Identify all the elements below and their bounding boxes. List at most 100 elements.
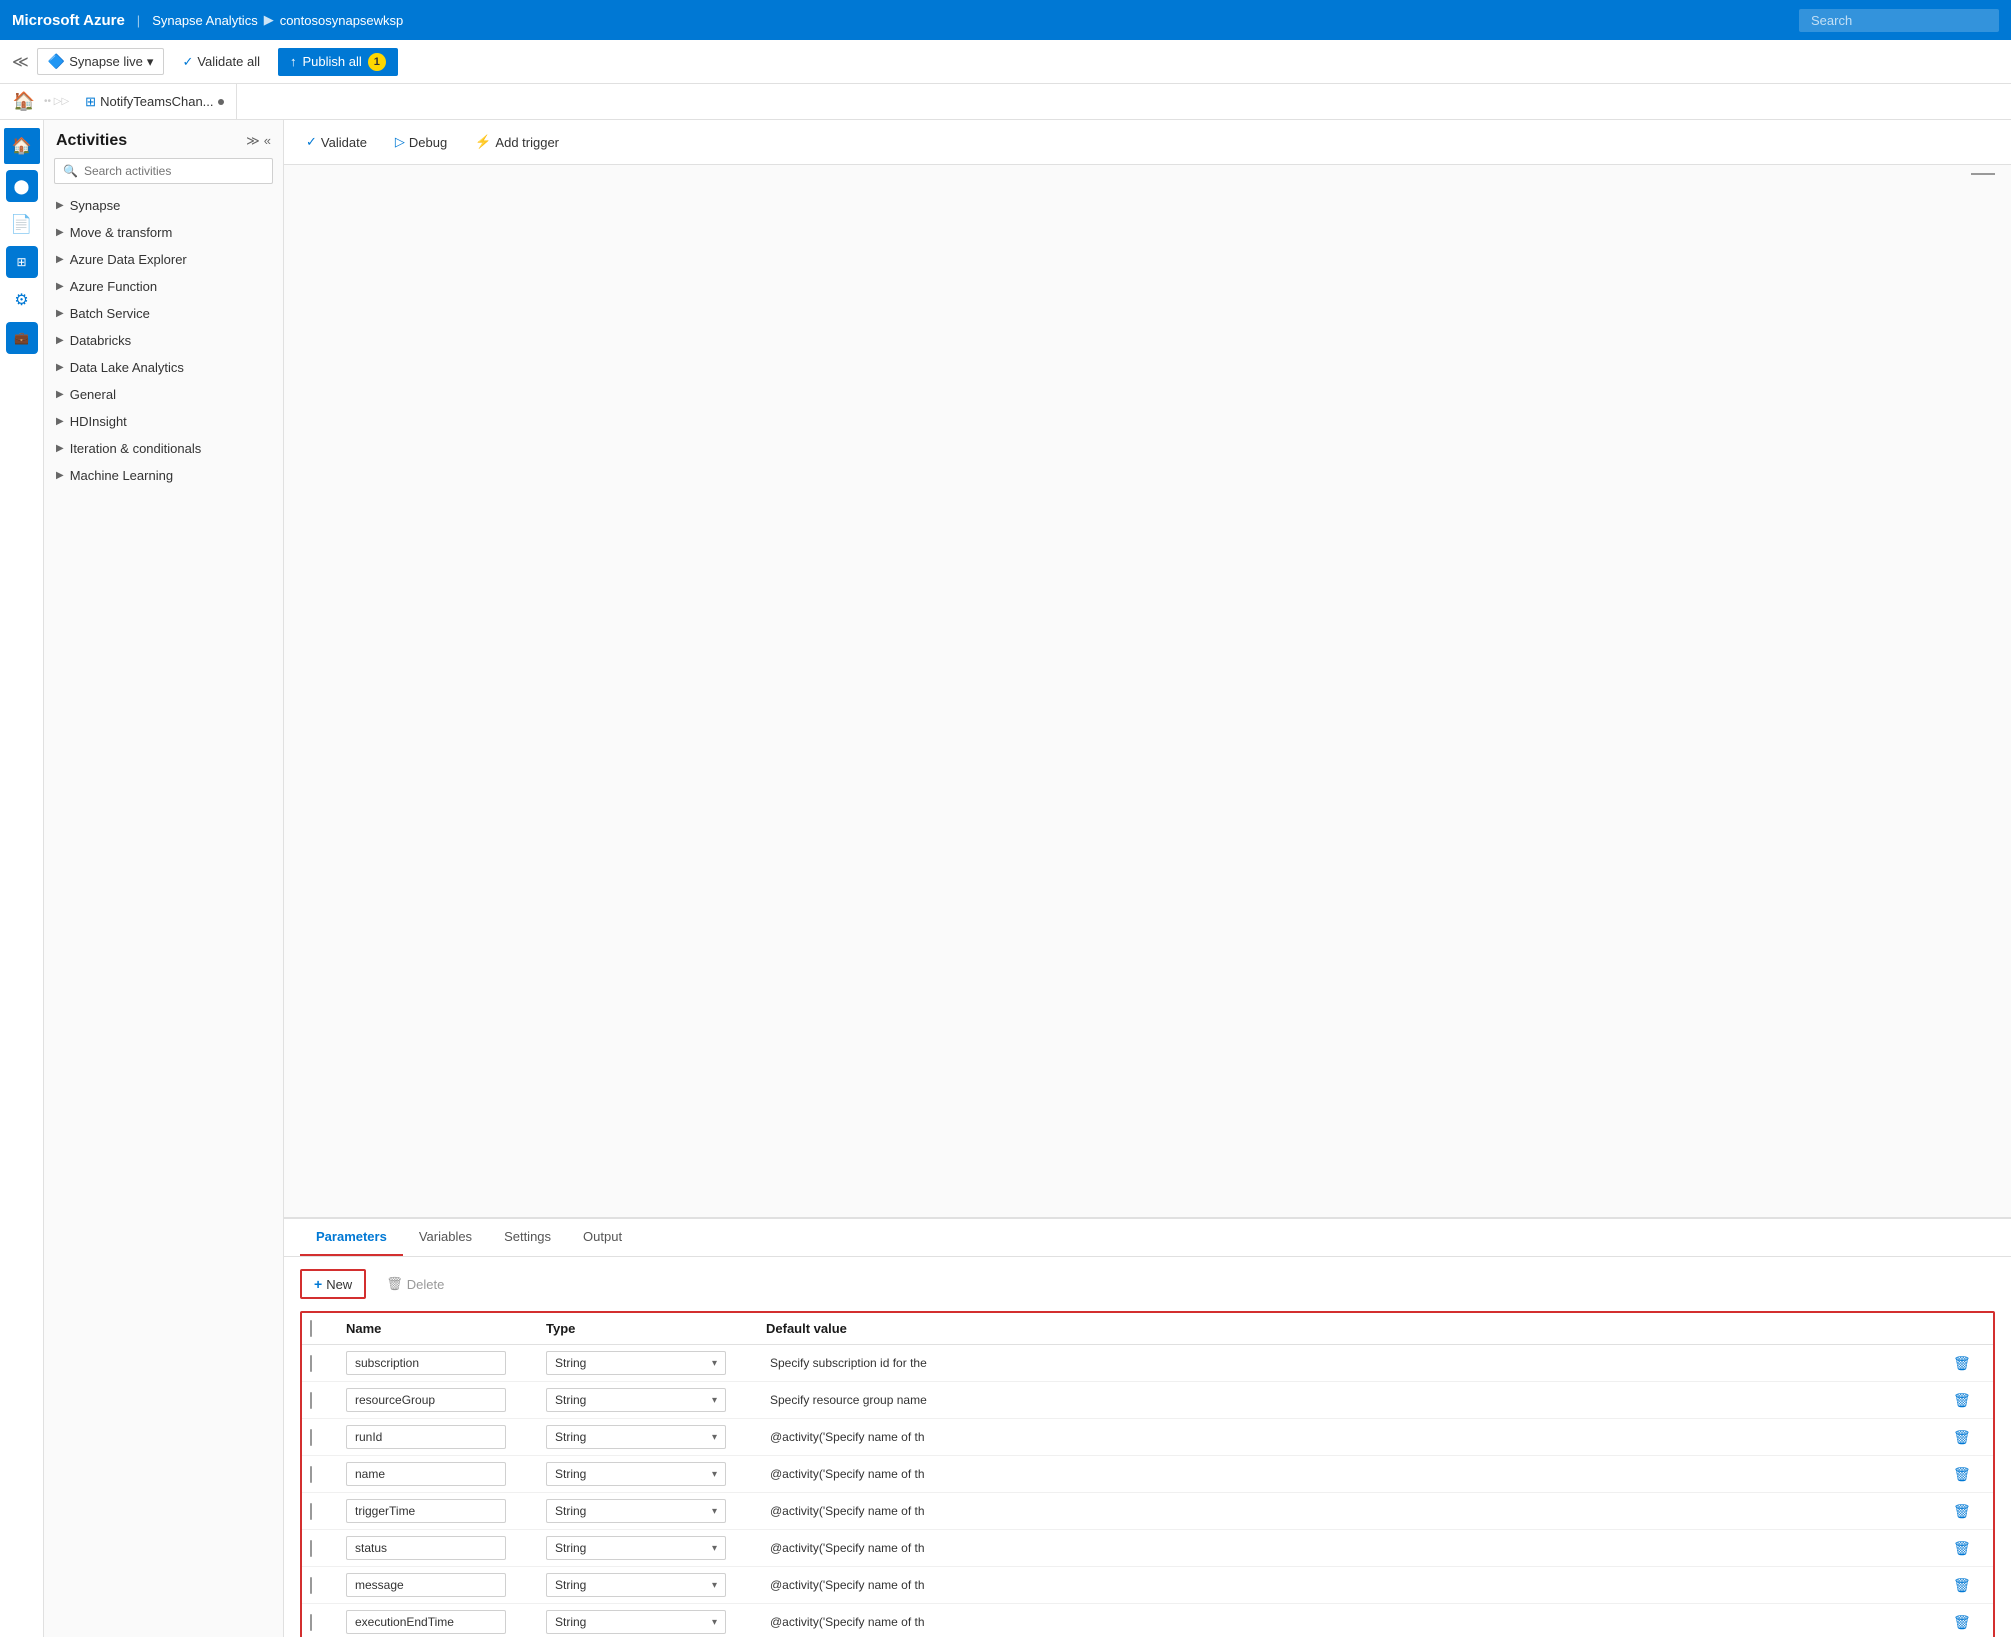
type-select-wrap-6: StringIntFloatBoolArrayObjectSecureStrin…: [546, 1573, 726, 1597]
validate-all-button[interactable]: ✓ Validate all: [172, 50, 270, 74]
expand-all-icon[interactable]: ≫: [246, 133, 260, 149]
activity-group-item[interactable]: ▶General: [44, 381, 283, 408]
delete-parameter-button[interactable]: 🗑 Delete: [374, 1271, 456, 1297]
home-tab[interactable]: 🏠: [8, 86, 40, 118]
row-checkbox-7[interactable]: [310, 1614, 312, 1631]
activity-group-item[interactable]: ▶Synapse: [44, 192, 283, 219]
activities-search-input[interactable]: [84, 164, 264, 178]
debug-play-icon: ▷: [395, 134, 405, 150]
type-column-header: Type: [546, 1321, 766, 1336]
debug-button[interactable]: ▷ Debug: [389, 130, 453, 154]
row-checkbox-6[interactable]: [310, 1577, 312, 1594]
activity-group-item[interactable]: ▶ Data Lake Analytics: [44, 354, 283, 381]
param-type-select-2[interactable]: StringIntFloatBoolArrayObjectSecureStrin…: [547, 1426, 725, 1448]
publish-badge: 1: [368, 53, 386, 71]
delete-row-button-2[interactable]: 🗑: [1953, 1429, 1971, 1446]
nav-monitor-icon[interactable]: ⊞: [6, 246, 38, 278]
param-type-select-7[interactable]: StringIntFloatBoolArrayObjectSecureStrin…: [547, 1611, 725, 1633]
row-checkbox-2[interactable]: [310, 1429, 312, 1446]
params-toolbar: + New 🗑 Delete: [300, 1269, 1995, 1299]
nav-data-icon[interactable]: ⬤: [6, 170, 38, 202]
group-label: Machine Learning: [70, 468, 173, 483]
synapse-live-button[interactable]: 🔷 Synapse live ▾: [37, 48, 165, 75]
param-name-input-2[interactable]: [346, 1425, 506, 1449]
group-chevron-icon: ▶: [56, 362, 64, 373]
activities-header: Activities ≫ «: [44, 120, 283, 158]
pipeline-tab[interactable]: ⊞ NotifyTeamsChan...: [73, 84, 236, 120]
row-checkbox-5[interactable]: [310, 1540, 312, 1557]
breadcrumb: Synapse Analytics ▶ contososynapsewksp: [152, 12, 403, 28]
param-type-select-6[interactable]: StringIntFloatBoolArrayObjectSecureStrin…: [547, 1574, 725, 1596]
delete-row-button-6[interactable]: 🗑: [1953, 1577, 1971, 1594]
group-chevron-icon: ▶: [56, 308, 64, 319]
param-default-value-1: Specify resource group name: [766, 1393, 1953, 1407]
group-label: Data Lake Analytics: [70, 360, 184, 375]
param-name-input-0[interactable]: [346, 1351, 506, 1375]
param-type-select-1[interactable]: StringIntFloatBoolArrayObjectSecureStrin…: [547, 1389, 725, 1411]
activities-title: Activities: [56, 132, 127, 150]
activity-group-item[interactable]: ▶Machine Learning: [44, 462, 283, 489]
nav-briefcase-icon[interactable]: 💼: [6, 322, 38, 354]
collapse-all-icon[interactable]: «: [264, 133, 271, 149]
activity-group-item[interactable]: ▶Batch Service: [44, 300, 283, 327]
table-row: StringIntFloatBoolArrayObjectSecureStrin…: [302, 1382, 1993, 1419]
group-label: Iteration & conditionals: [70, 441, 202, 456]
select-all-checkbox[interactable]: [310, 1320, 312, 1337]
delete-row-button-7[interactable]: 🗑: [1953, 1614, 1971, 1631]
param-type-select-0[interactable]: StringIntFloatBoolArrayObjectSecureStrin…: [547, 1352, 725, 1374]
type-select-wrap-1: StringIntFloatBoolArrayObjectSecureStrin…: [546, 1388, 726, 1412]
param-name-input-6[interactable]: [346, 1573, 506, 1597]
group-chevron-icon: ▶: [56, 389, 64, 400]
activity-group-item[interactable]: ▶Iteration & conditionals: [44, 435, 283, 462]
validate-button[interactable]: ✓ Validate: [300, 130, 373, 154]
param-type-select-5[interactable]: StringIntFloatBoolArrayObjectSecureStrin…: [547, 1537, 725, 1559]
delete-row-button-0[interactable]: 🗑: [1953, 1355, 1971, 1372]
nav-dots: •• ▷▷: [44, 96, 69, 107]
activity-group-item[interactable]: ▶Azure Function: [44, 273, 283, 300]
tab-variables[interactable]: Variables: [403, 1219, 488, 1256]
tab-parameters[interactable]: Parameters: [300, 1219, 403, 1256]
activity-group-item[interactable]: ▶Databricks: [44, 327, 283, 354]
param-type-select-4[interactable]: StringIntFloatBoolArrayObjectSecureStrin…: [547, 1500, 725, 1522]
delete-row-button-3[interactable]: 🗑: [1953, 1466, 1971, 1483]
param-name-input-4[interactable]: [346, 1499, 506, 1523]
group-chevron-icon: ▶: [56, 200, 64, 211]
group-chevron-icon: ▶: [56, 335, 64, 346]
delete-row-button-4[interactable]: 🗑: [1953, 1503, 1971, 1520]
tab-output[interactable]: Output: [567, 1219, 638, 1256]
type-select-wrap-0: StringIntFloatBoolArrayObjectSecureStrin…: [546, 1351, 726, 1375]
plus-icon: +: [314, 1276, 322, 1292]
param-default-value-0: Specify subscription id for the: [766, 1356, 1953, 1370]
publish-all-label: Publish all: [302, 54, 361, 69]
row-checkbox-0[interactable]: [310, 1355, 312, 1372]
nav-home-icon[interactable]: 🏠: [4, 128, 40, 164]
minimize-line[interactable]: [1971, 173, 1995, 175]
delete-row-button-1[interactable]: 🗑: [1953, 1392, 1971, 1409]
activity-group-item[interactable]: ▶HDInsight: [44, 408, 283, 435]
params-table: Name Type Default value StringIntFloatBo…: [300, 1311, 1995, 1637]
activity-group-item[interactable]: ▶Move & transform: [44, 219, 283, 246]
delete-row-button-5[interactable]: 🗑: [1953, 1540, 1971, 1557]
nav-pipeline-icon[interactable]: 📄: [6, 208, 38, 240]
group-chevron-icon: ▶: [56, 416, 64, 427]
row-checkbox-1[interactable]: [310, 1392, 312, 1409]
debug-label: Debug: [409, 135, 447, 150]
collapse-chevron[interactable]: ≪: [12, 52, 29, 72]
publish-all-button[interactable]: ↑ Publish all 1: [278, 48, 398, 76]
nav-settings-icon[interactable]: ⚙: [6, 284, 38, 316]
new-parameter-button[interactable]: + New: [300, 1269, 366, 1299]
group-label: Azure Data Explorer: [70, 252, 187, 267]
global-search-input[interactable]: [1799, 9, 1999, 32]
param-name-input-1[interactable]: [346, 1388, 506, 1412]
activities-search-box[interactable]: 🔍: [54, 158, 273, 184]
param-name-input-5[interactable]: [346, 1536, 506, 1560]
tab-settings[interactable]: Settings: [488, 1219, 567, 1256]
add-trigger-button[interactable]: ⚡ Add trigger: [469, 130, 565, 154]
param-name-input-3[interactable]: [346, 1462, 506, 1486]
activity-group-item[interactable]: ▶Azure Data Explorer: [44, 246, 283, 273]
row-checkbox-3[interactable]: [310, 1466, 312, 1483]
row-checkbox-4[interactable]: [310, 1503, 312, 1520]
param-type-select-3[interactable]: StringIntFloatBoolArrayObjectSecureStrin…: [547, 1463, 725, 1485]
param-name-input-7[interactable]: [346, 1610, 506, 1634]
activities-panel: Activities ≫ « 🔍 ▶Synapse▶Move & transfo…: [44, 120, 284, 1637]
